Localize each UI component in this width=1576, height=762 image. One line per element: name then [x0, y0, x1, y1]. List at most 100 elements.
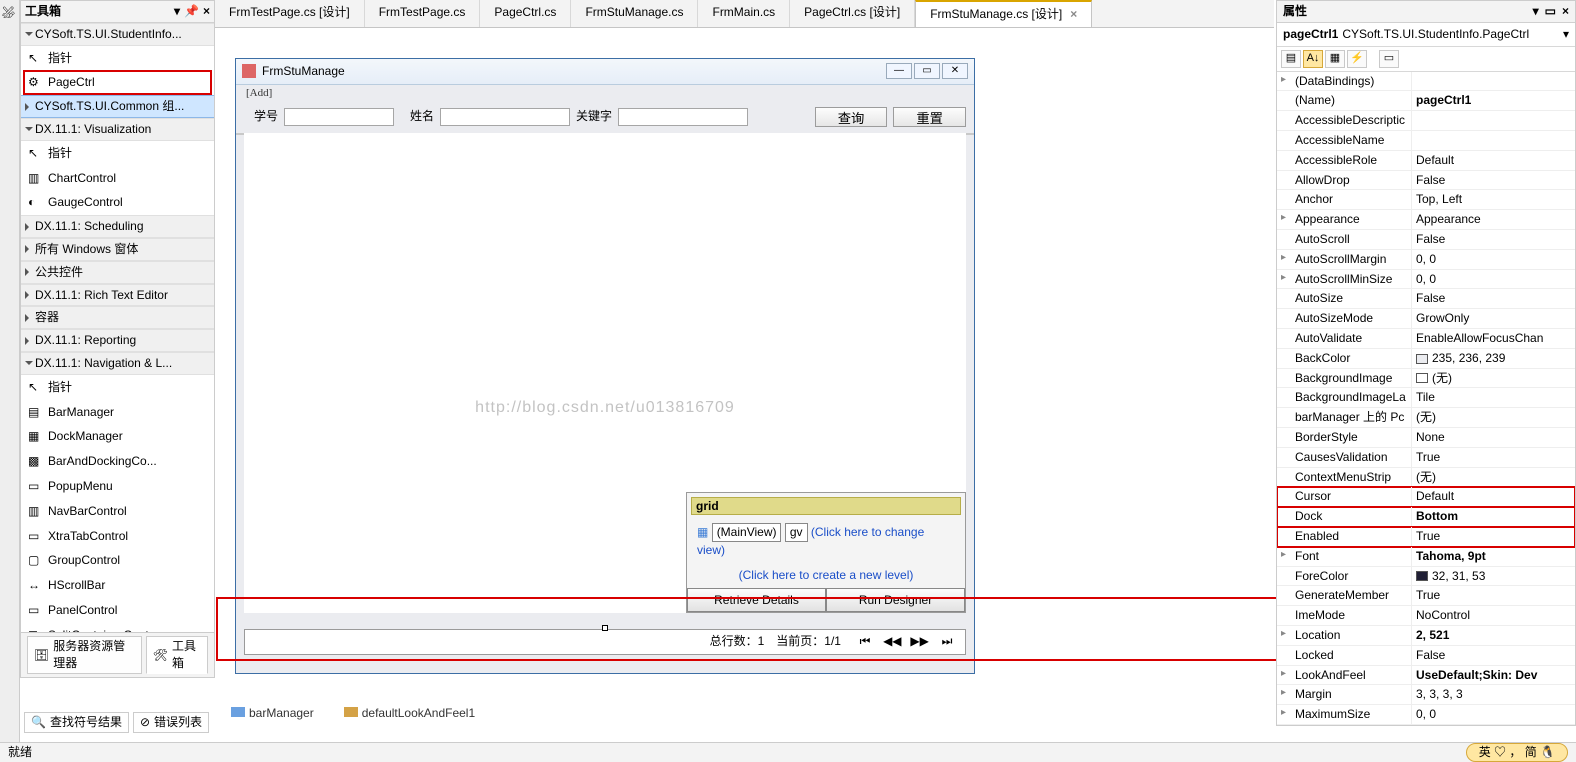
prop-row-ContextMenuStrip[interactable]: ContextMenuStrip(无) [1277, 468, 1575, 488]
toolbox-item-groupcontrol[interactable]: ▢GroupControl [23, 548, 212, 573]
reset-button[interactable]: 重置 [893, 107, 966, 127]
prop-row-Font[interactable]: FontTahoma, 9pt [1277, 547, 1575, 567]
toolbox-item-navbarcontrol[interactable]: ▥NavBarControl [23, 499, 212, 524]
form-window[interactable]: FrmStuManage — ▭ ✕ [Add] 学号 姓名 关键字 查询 重置 [235, 58, 975, 674]
prop-value[interactable]: True [1412, 586, 1575, 605]
left-strip-icon[interactable]: 🛠 [2, 6, 17, 20]
input-keyword[interactable] [618, 108, 748, 126]
categorize-icon[interactable]: ▤ [1281, 50, 1301, 68]
doc-tab[interactable]: FrmTestPage.cs [设计] [215, 0, 365, 27]
toolbox-item-splitcontainercont-[interactable]: ⊞SplitContainerCont... [23, 623, 212, 633]
prop-value[interactable]: False [1412, 646, 1575, 665]
prop-row-AutoScroll[interactable]: AutoScrollFalse [1277, 230, 1575, 250]
prop-row-AutoSizeMode[interactable]: AutoSizeModeGrowOnly [1277, 309, 1575, 329]
mainview-chip[interactable]: (MainView) [712, 523, 782, 542]
prop-row-AutoScrollMargin[interactable]: AutoScrollMargin0, 0 [1277, 250, 1575, 270]
toolbox-group-5[interactable]: 公共控件 [21, 261, 214, 284]
toolbox-item-hscrollbar[interactable]: ↔HScrollBar [23, 573, 212, 598]
ime-indicator[interactable]: 英 ♡ ， 简 🐧 [1466, 743, 1568, 762]
pin-icon[interactable]: 📌 [184, 3, 199, 20]
prop-row-GenerateMember[interactable]: GenerateMemberTrue [1277, 586, 1575, 606]
prop-row-Locked[interactable]: LockedFalse [1277, 646, 1575, 666]
retrieve-details-button[interactable]: Retrieve Details [687, 588, 826, 612]
prop-row-Dock[interactable]: DockBottom [1277, 507, 1575, 527]
toolbox-tab-服务器资源管理器[interactable]: 🗄服务器资源管理器 [27, 636, 142, 674]
prop-value[interactable]: 0, 0 [1412, 270, 1575, 289]
close-button[interactable]: ✕ [942, 63, 968, 79]
toolbox-group-3[interactable]: DX.11.1: Scheduling [21, 215, 214, 238]
prop-value[interactable]: 32, 31, 53 [1412, 567, 1575, 586]
prop-value[interactable]: False [1412, 230, 1575, 249]
toolbox-item--[interactable]: ↖指针 [23, 375, 212, 400]
doc-tab[interactable]: PageCtrl.cs [设计] [790, 0, 915, 27]
prop-value[interactable]: (无) [1412, 408, 1575, 427]
prop-row-BackColor[interactable]: BackColor235, 236, 239 [1277, 349, 1575, 369]
pin-icon[interactable]: ▭ [1545, 3, 1556, 20]
form-titlebar[interactable]: FrmStuManage — ▭ ✕ [236, 59, 974, 85]
pager-last-icon[interactable]: ⏭ [935, 633, 959, 650]
bar-add[interactable]: [Add] [236, 85, 974, 103]
tray-barmanager[interactable]: barManager [231, 705, 314, 722]
dropdown-icon[interactable]: ▾ [1533, 3, 1539, 20]
toolbox-group-6[interactable]: DX.11.1: Rich Text Editor [21, 284, 214, 307]
toolbox-group-4[interactable]: 所有 Windows 窗体 [21, 238, 214, 261]
prop-value[interactable]: UseDefault;Skin: Dev [1412, 666, 1575, 685]
prop-pages-icon[interactable]: ▭ [1379, 50, 1399, 68]
prop-row-Name[interactable]: (Name)pageCtrl1 [1277, 91, 1575, 111]
prop-row-Margin[interactable]: Margin3, 3, 3, 3 [1277, 685, 1575, 705]
prop-row-AutoSize[interactable]: AutoSizeFalse [1277, 289, 1575, 309]
toolbox-tab-工具箱[interactable]: 🛠工具箱 [146, 636, 208, 674]
prop-value[interactable]: (无) [1412, 468, 1575, 487]
toolbox-item--[interactable]: ↖指针 [23, 46, 212, 71]
toolbox-item-popupmenu[interactable]: ▭PopupMenu [23, 474, 212, 499]
prop-row-AccessibleName[interactable]: AccessibleName [1277, 131, 1575, 151]
prop-value[interactable]: GrowOnly [1412, 309, 1575, 328]
close-icon[interactable]: × [203, 3, 210, 20]
toolbox-group-0[interactable]: CYSoft.TS.UI.StudentInfo... [21, 23, 214, 46]
prop-row-barManagerPc[interactable]: barManager 上的 Pc(无) [1277, 408, 1575, 428]
prop-value[interactable]: True [1412, 527, 1575, 546]
doc-tab[interactable]: FrmMain.cs [698, 0, 790, 27]
bottom-tab-查找符号结果[interactable]: 🔍查找符号结果 [24, 712, 129, 733]
prop-row-Cursor[interactable]: CursorDefault [1277, 487, 1575, 507]
prop-value[interactable]: 3, 3, 3, 3 [1412, 685, 1575, 704]
prop-value[interactable]: pageCtrl1 [1412, 91, 1575, 110]
toolbox-item-panelcontrol[interactable]: ▭PanelControl [23, 598, 212, 623]
prop-value[interactable]: Appearance [1412, 210, 1575, 229]
toolbox-item--[interactable]: ↖指针 [23, 141, 212, 166]
prop-row-BorderStyle[interactable]: BorderStyleNone [1277, 428, 1575, 448]
prop-row-Location[interactable]: Location2, 521 [1277, 626, 1575, 646]
dropdown-icon[interactable]: ▾ [174, 3, 180, 20]
prop-row-AutoScrollMinSize[interactable]: AutoScrollMinSize0, 0 [1277, 270, 1575, 290]
search-button[interactable]: 查询 [815, 107, 888, 127]
resize-handle[interactable] [602, 625, 608, 631]
toolbox-group-2[interactable]: DX.11.1: Visualization [21, 118, 214, 141]
toolbox-item-chartcontrol[interactable]: ▥ChartControl [23, 166, 212, 191]
designer-surface[interactable]: FrmStuManage — ▭ ✕ [Add] 学号 姓名 关键字 查询 重置 [215, 28, 1274, 726]
bottom-tab-错误列表[interactable]: ⊘错误列表 [133, 712, 209, 733]
prop-value[interactable]: 0, 0 [1412, 250, 1575, 269]
doc-tab[interactable]: FrmStuManage.cs [571, 0, 698, 27]
doc-tab[interactable]: FrmStuManage.cs [设计]× [915, 0, 1092, 27]
prop-value[interactable]: False [1412, 289, 1575, 308]
prop-row-Enabled[interactable]: EnabledTrue [1277, 527, 1575, 547]
pager-prev-icon[interactable]: ◀◀ [880, 633, 904, 650]
close-icon[interactable]: × [1562, 3, 1569, 20]
prop-value[interactable]: Tahoma, 9pt [1412, 547, 1575, 566]
toolbox-item-gaugecontrol[interactable]: ◐GaugeControl [23, 190, 212, 215]
toolbox-item-xtratabcontrol[interactable]: ▭XtraTabControl [23, 524, 212, 549]
prop-value[interactable] [1412, 72, 1575, 91]
toolbox-group-1[interactable]: CYSoft.TS.UI.Common 组... [21, 95, 214, 118]
prop-value[interactable]: Bottom [1412, 507, 1575, 526]
prop-row-AccessibleRole[interactable]: AccessibleRoleDefault [1277, 151, 1575, 171]
input-name[interactable] [440, 108, 570, 126]
pager-first-icon[interactable]: ⏮ [853, 633, 877, 650]
toolbox-item-baranddockingco-[interactable]: ▩BarAndDockingCo... [23, 449, 212, 474]
sort-icon[interactable]: A↓ [1303, 50, 1323, 68]
prop-value[interactable]: Top, Left [1412, 190, 1575, 209]
events-icon[interactable]: ⚡ [1347, 50, 1367, 68]
toolbox-group-7[interactable]: 容器 [21, 306, 214, 329]
prop-row-CausesValidation[interactable]: CausesValidationTrue [1277, 448, 1575, 468]
prop-value[interactable] [1412, 111, 1575, 130]
gv-chip[interactable]: gv [785, 523, 808, 542]
